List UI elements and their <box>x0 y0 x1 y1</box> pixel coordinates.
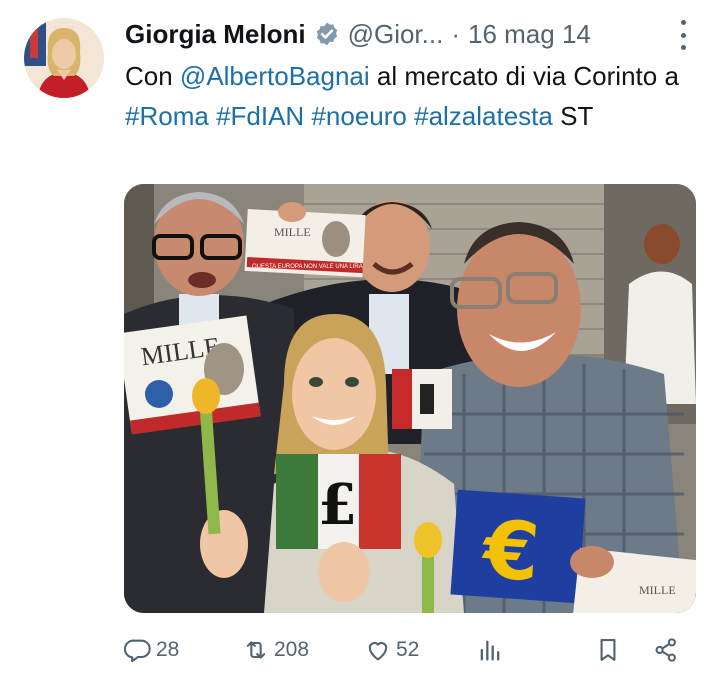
text-segment: Con <box>125 61 180 91</box>
paper-text: MILLE <box>639 583 676 597</box>
author-handle[interactable]: @Gior... <box>348 19 444 50</box>
tweet-text: Con @AlbertoBagnai al mercato di via Cor… <box>125 56 685 136</box>
avatar[interactable] <box>24 18 104 98</box>
bookmark-button[interactable] <box>594 632 626 668</box>
euro-symbol: € <box>478 503 542 600</box>
sign-text: MILLE <box>274 225 311 239</box>
text-segment: al mercato di via Corinto a <box>369 61 679 91</box>
tweet-date[interactable]: 16 mag 14 <box>468 19 591 50</box>
views-button[interactable] <box>476 632 508 668</box>
reply-count: 28 <box>156 638 180 661</box>
bookmark-icon <box>600 639 616 661</box>
retweet-count: 208 <box>274 638 310 661</box>
avatar-image <box>24 18 104 98</box>
tweet-photo[interactable]: MILLE QUESTA EUROPA NON VALE UNA LIRA MI… <box>124 184 696 613</box>
views-icon <box>480 640 500 661</box>
flag-symbol: £ <box>318 472 357 538</box>
reply-icon <box>124 639 151 663</box>
hashtag-link[interactable]: #noeuro <box>311 101 406 131</box>
like-icon <box>368 642 388 661</box>
hashtag-link[interactable]: #Roma <box>125 101 209 131</box>
hashtag-link[interactable]: #FdIAN <box>216 101 304 131</box>
share-icon <box>655 638 676 662</box>
share-button[interactable] <box>652 632 684 668</box>
like-button[interactable]: 52 <box>364 632 419 668</box>
more-icon[interactable] <box>675 20 691 50</box>
text-segment: ST <box>552 101 594 131</box>
tweet-header: Giorgia Meloni @Gior... · 16 mag 14 <box>125 14 683 54</box>
hashtag-link[interactable]: #alzalatesta <box>414 101 553 131</box>
retweet-icon <box>246 641 266 659</box>
separator-dot: · <box>451 18 460 49</box>
photo-illustration: MILLE QUESTA EUROPA NON VALE UNA LIRA MI… <box>124 184 696 613</box>
author-name[interactable]: Giorgia Meloni <box>125 19 306 50</box>
reply-button[interactable]: 28 <box>124 632 179 668</box>
action-bar: 28 208 52 <box>124 632 696 668</box>
text-segment <box>209 101 216 131</box>
retweet-button[interactable]: 208 <box>242 632 309 668</box>
sign-slogan: QUESTA EUROPA NON VALE UNA LIRA <box>252 264 363 270</box>
mention-link[interactable]: @AlbertoBagnai <box>180 61 370 91</box>
verified-badge-icon <box>316 22 337 46</box>
like-count: 52 <box>396 638 420 661</box>
